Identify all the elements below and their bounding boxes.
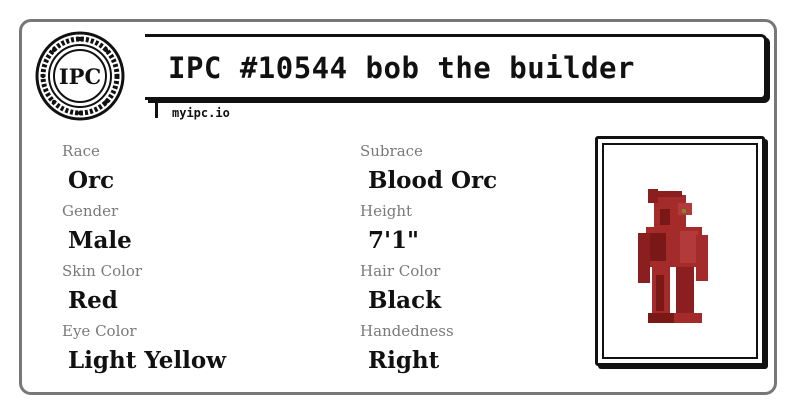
- hair-color-label: Hair Color: [360, 262, 441, 280]
- gender-value: Male: [68, 227, 132, 254]
- eye-color-label: Eye Color: [62, 322, 137, 340]
- height-value: 7'1": [368, 227, 420, 254]
- skin-color-label: Skin Color: [62, 262, 143, 280]
- seal-text: IPC: [59, 64, 101, 89]
- handedness-label: Handedness: [360, 322, 454, 340]
- subrace-value: Blood Orc: [368, 167, 498, 194]
- orc-character-portrait: [638, 189, 708, 323]
- gender-label: Gender: [62, 202, 119, 220]
- race-label: Race: [62, 142, 100, 160]
- subtitle-divider: [155, 100, 158, 118]
- height-label: Height: [360, 202, 413, 220]
- subrace-label: Subrace: [360, 142, 423, 160]
- hair-color-value: Black: [368, 287, 442, 314]
- portrait-frame: [595, 136, 765, 366]
- site-subtitle: myipc.io: [172, 106, 230, 120]
- ipc-seal-logo: IPC: [35, 31, 125, 121]
- card-title: IPC #10544 bob the builder: [168, 51, 635, 85]
- handedness-value: Right: [368, 347, 440, 374]
- skin-color-value: Red: [68, 287, 118, 314]
- eye-color-value: Light Yellow: [68, 347, 227, 374]
- race-value: Orc: [68, 167, 115, 194]
